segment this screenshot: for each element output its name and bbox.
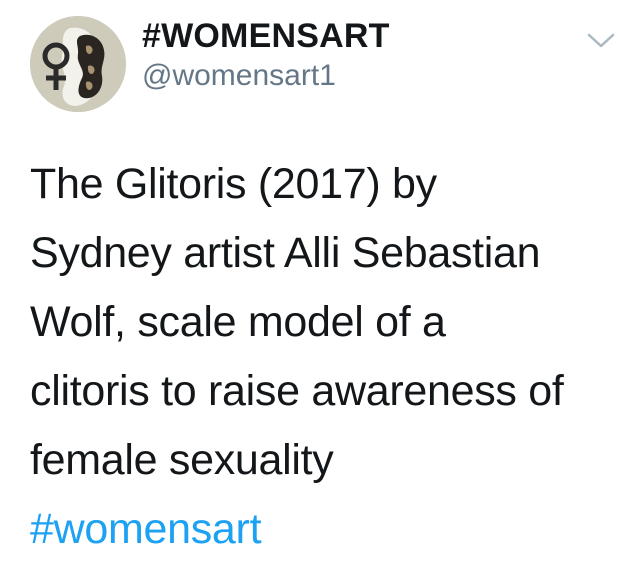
tweet-text-line: Sydney artist Alli Sebastian [30,229,541,277]
tweet-header: #WOMENSART @womensart1 [30,14,622,114]
chevron-down-icon[interactable] [586,30,616,50]
tweet-text: The Glitoris (2017) by Sydney artist All… [30,150,615,564]
tweet-text-line: The Glitoris (2017) by [30,160,437,208]
tweet-text-line: female sexuality [30,436,334,484]
hashtag-link[interactable]: #womensart [30,495,615,564]
avatar[interactable] [30,16,126,112]
tweet-text-line: clitoris to raise awareness of [30,367,564,415]
author-handle[interactable]: @womensart1 [142,58,336,94]
author-display-name[interactable]: #WOMENSART [142,16,390,56]
tweet-card: #WOMENSART @womensart1 The Glitoris (201… [0,0,622,564]
tweet-text-line: Wolf, scale model of a [30,298,446,346]
venus-symbol-icon [30,16,126,112]
